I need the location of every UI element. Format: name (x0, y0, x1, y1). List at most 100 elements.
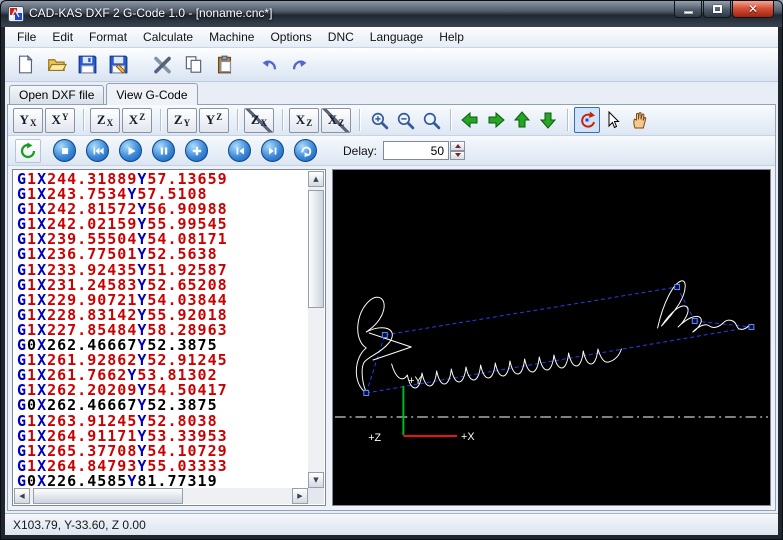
zoom-button[interactable] (418, 107, 444, 133)
delay-label: Delay: (343, 144, 377, 158)
pause-icon (157, 144, 171, 158)
step-forward-button[interactable] (261, 139, 284, 162)
pan-left-button[interactable] (457, 107, 483, 133)
close-button[interactable]: ✕ (732, 1, 774, 18)
pan-up-button[interactable] (509, 107, 535, 133)
caption-buttons: ✕ (673, 1, 774, 18)
rewind-icon (91, 144, 105, 158)
toolbar-separator (450, 109, 451, 131)
close-icon: ✕ (748, 2, 758, 16)
scroll-right-button[interactable]: ▶ (292, 488, 308, 504)
tab-open-dxf[interactable]: Open DXF file (9, 85, 104, 104)
maximize-button[interactable] (703, 1, 731, 18)
svg-text:+X: +X (461, 431, 475, 443)
paste-button[interactable] (209, 50, 240, 79)
playback-toolbar: Delay: (8, 136, 775, 166)
copy-button[interactable] (178, 50, 209, 79)
gcode-list: G1X244.31889Y57.13659G1X243.7534Y57.5108… (14, 171, 308, 488)
step-forward-icon (266, 144, 280, 158)
loop-button[interactable] (294, 139, 317, 162)
run-button[interactable] (15, 139, 41, 163)
toolbar-separator (359, 109, 360, 131)
window-frame: FileEditFormatCalculateMachineOptionsDNC… (5, 27, 778, 535)
spinner-down-button[interactable] (450, 151, 465, 161)
zoom-in-icon (370, 111, 389, 130)
tab-strip: Open DXF file View G-Code (5, 82, 778, 104)
view-zy-button[interactable]: ZY (167, 108, 197, 133)
zoom-in-button[interactable] (366, 107, 392, 133)
status-bar: X103.79, Y-33.60, Z 0.00 (5, 513, 778, 535)
zoom-out-button[interactable] (392, 107, 418, 133)
minimize-button[interactable] (674, 1, 702, 18)
loop-icon (299, 144, 313, 158)
add-step-button[interactable] (185, 139, 208, 162)
delay-input[interactable] (383, 141, 449, 160)
save-as-button[interactable] (103, 50, 134, 79)
delay-spinner (450, 141, 465, 160)
menu-machine[interactable]: Machine (201, 27, 262, 47)
hscroll-thumb[interactable] (33, 488, 183, 504)
arrow-left-icon (461, 111, 479, 129)
vertical-scrollbar[interactable]: ▲ ▼ (308, 171, 324, 488)
rewind-button[interactable] (86, 139, 109, 162)
menu-file[interactable]: File (9, 27, 44, 47)
stop-button[interactable] (53, 139, 76, 162)
scroll-left-button[interactable]: ◀ (14, 488, 30, 504)
view-xz-button[interactable]: XZ (321, 108, 351, 133)
view-yz-button[interactable]: YZ (199, 108, 229, 133)
menu-language[interactable]: Language (362, 27, 431, 47)
open-folder-icon (47, 55, 67, 74)
menu-options[interactable]: Options (262, 27, 319, 47)
toolpath-canvas[interactable]: +Y+Z+X (332, 169, 771, 506)
gcode-panel[interactable]: G1X244.31889Y57.13659G1X243.7534Y57.5108… (12, 169, 326, 506)
menu-calculate[interactable]: Calculate (135, 27, 201, 47)
hand-tool-button[interactable] (626, 107, 652, 133)
window-title: CAD-KAS DXF 2 G-Code 1.0 - [noname.cnc*] (29, 1, 272, 26)
plus-icon (190, 144, 204, 158)
undo-button[interactable] (253, 50, 284, 79)
play-button[interactable] (119, 139, 142, 162)
toolbar-separator (237, 109, 238, 131)
paste-icon (215, 55, 234, 74)
tab-view-gcode[interactable]: View G-Code (106, 83, 197, 105)
spinner-up-button[interactable] (450, 141, 465, 151)
step-back-button[interactable] (228, 139, 251, 162)
pointer-tool-button[interactable] (600, 107, 626, 133)
view-zx-button[interactable]: ZX (90, 108, 120, 133)
view-xz-button[interactable]: XZ (289, 108, 319, 133)
arrow-up-icon (513, 111, 531, 129)
coordinate-readout: X103.79, Y-33.60, Z 0.00 (13, 518, 146, 532)
content-area: G1X244.31889Y57.13659G1X243.7534Y57.5108… (8, 166, 775, 510)
toolbar-separator (282, 109, 283, 131)
menu-format[interactable]: Format (81, 27, 135, 47)
app-icon (8, 6, 24, 22)
menu-help[interactable]: Help (431, 27, 472, 47)
scrollbar-corner (308, 488, 324, 504)
vscroll-thumb[interactable] (308, 190, 324, 308)
open-file-button[interactable] (41, 50, 72, 79)
title-bar[interactable]: CAD-KAS DXF 2 G-Code 1.0 - [noname.cnc*]… (1, 1, 782, 27)
menu-edit[interactable]: Edit (44, 27, 81, 47)
view-xz-button[interactable]: XZ (122, 108, 152, 133)
view-zx-button[interactable]: ZX (244, 108, 274, 133)
step-back-icon (233, 144, 247, 158)
menu-dnc[interactable]: DNC (320, 27, 362, 47)
horizontal-scrollbar[interactable]: ◀ ▶ (14, 488, 308, 504)
tools-button[interactable] (147, 50, 178, 79)
select-tool-button[interactable] (574, 107, 600, 133)
hand-icon (630, 111, 648, 129)
main-toolbar (5, 48, 778, 82)
gcode-line[interactable]: G0X226.4585Y81.77319 (17, 474, 308, 488)
redo-button[interactable] (284, 50, 315, 79)
pause-button[interactable] (152, 139, 175, 162)
pan-down-button[interactable] (535, 107, 561, 133)
new-file-button[interactable] (10, 50, 41, 79)
save-button[interactable] (72, 50, 103, 79)
pan-right-button[interactable] (483, 107, 509, 133)
view-xy-button[interactable]: XY (45, 108, 75, 133)
new-file-icon (16, 55, 35, 74)
scroll-down-button[interactable]: ▼ (308, 472, 324, 488)
scroll-up-button[interactable]: ▲ (308, 171, 324, 187)
view-yx-button[interactable]: YX (13, 108, 43, 133)
axis-buttons: YXXYZXXZZYYZZXXZXZ (13, 108, 353, 133)
